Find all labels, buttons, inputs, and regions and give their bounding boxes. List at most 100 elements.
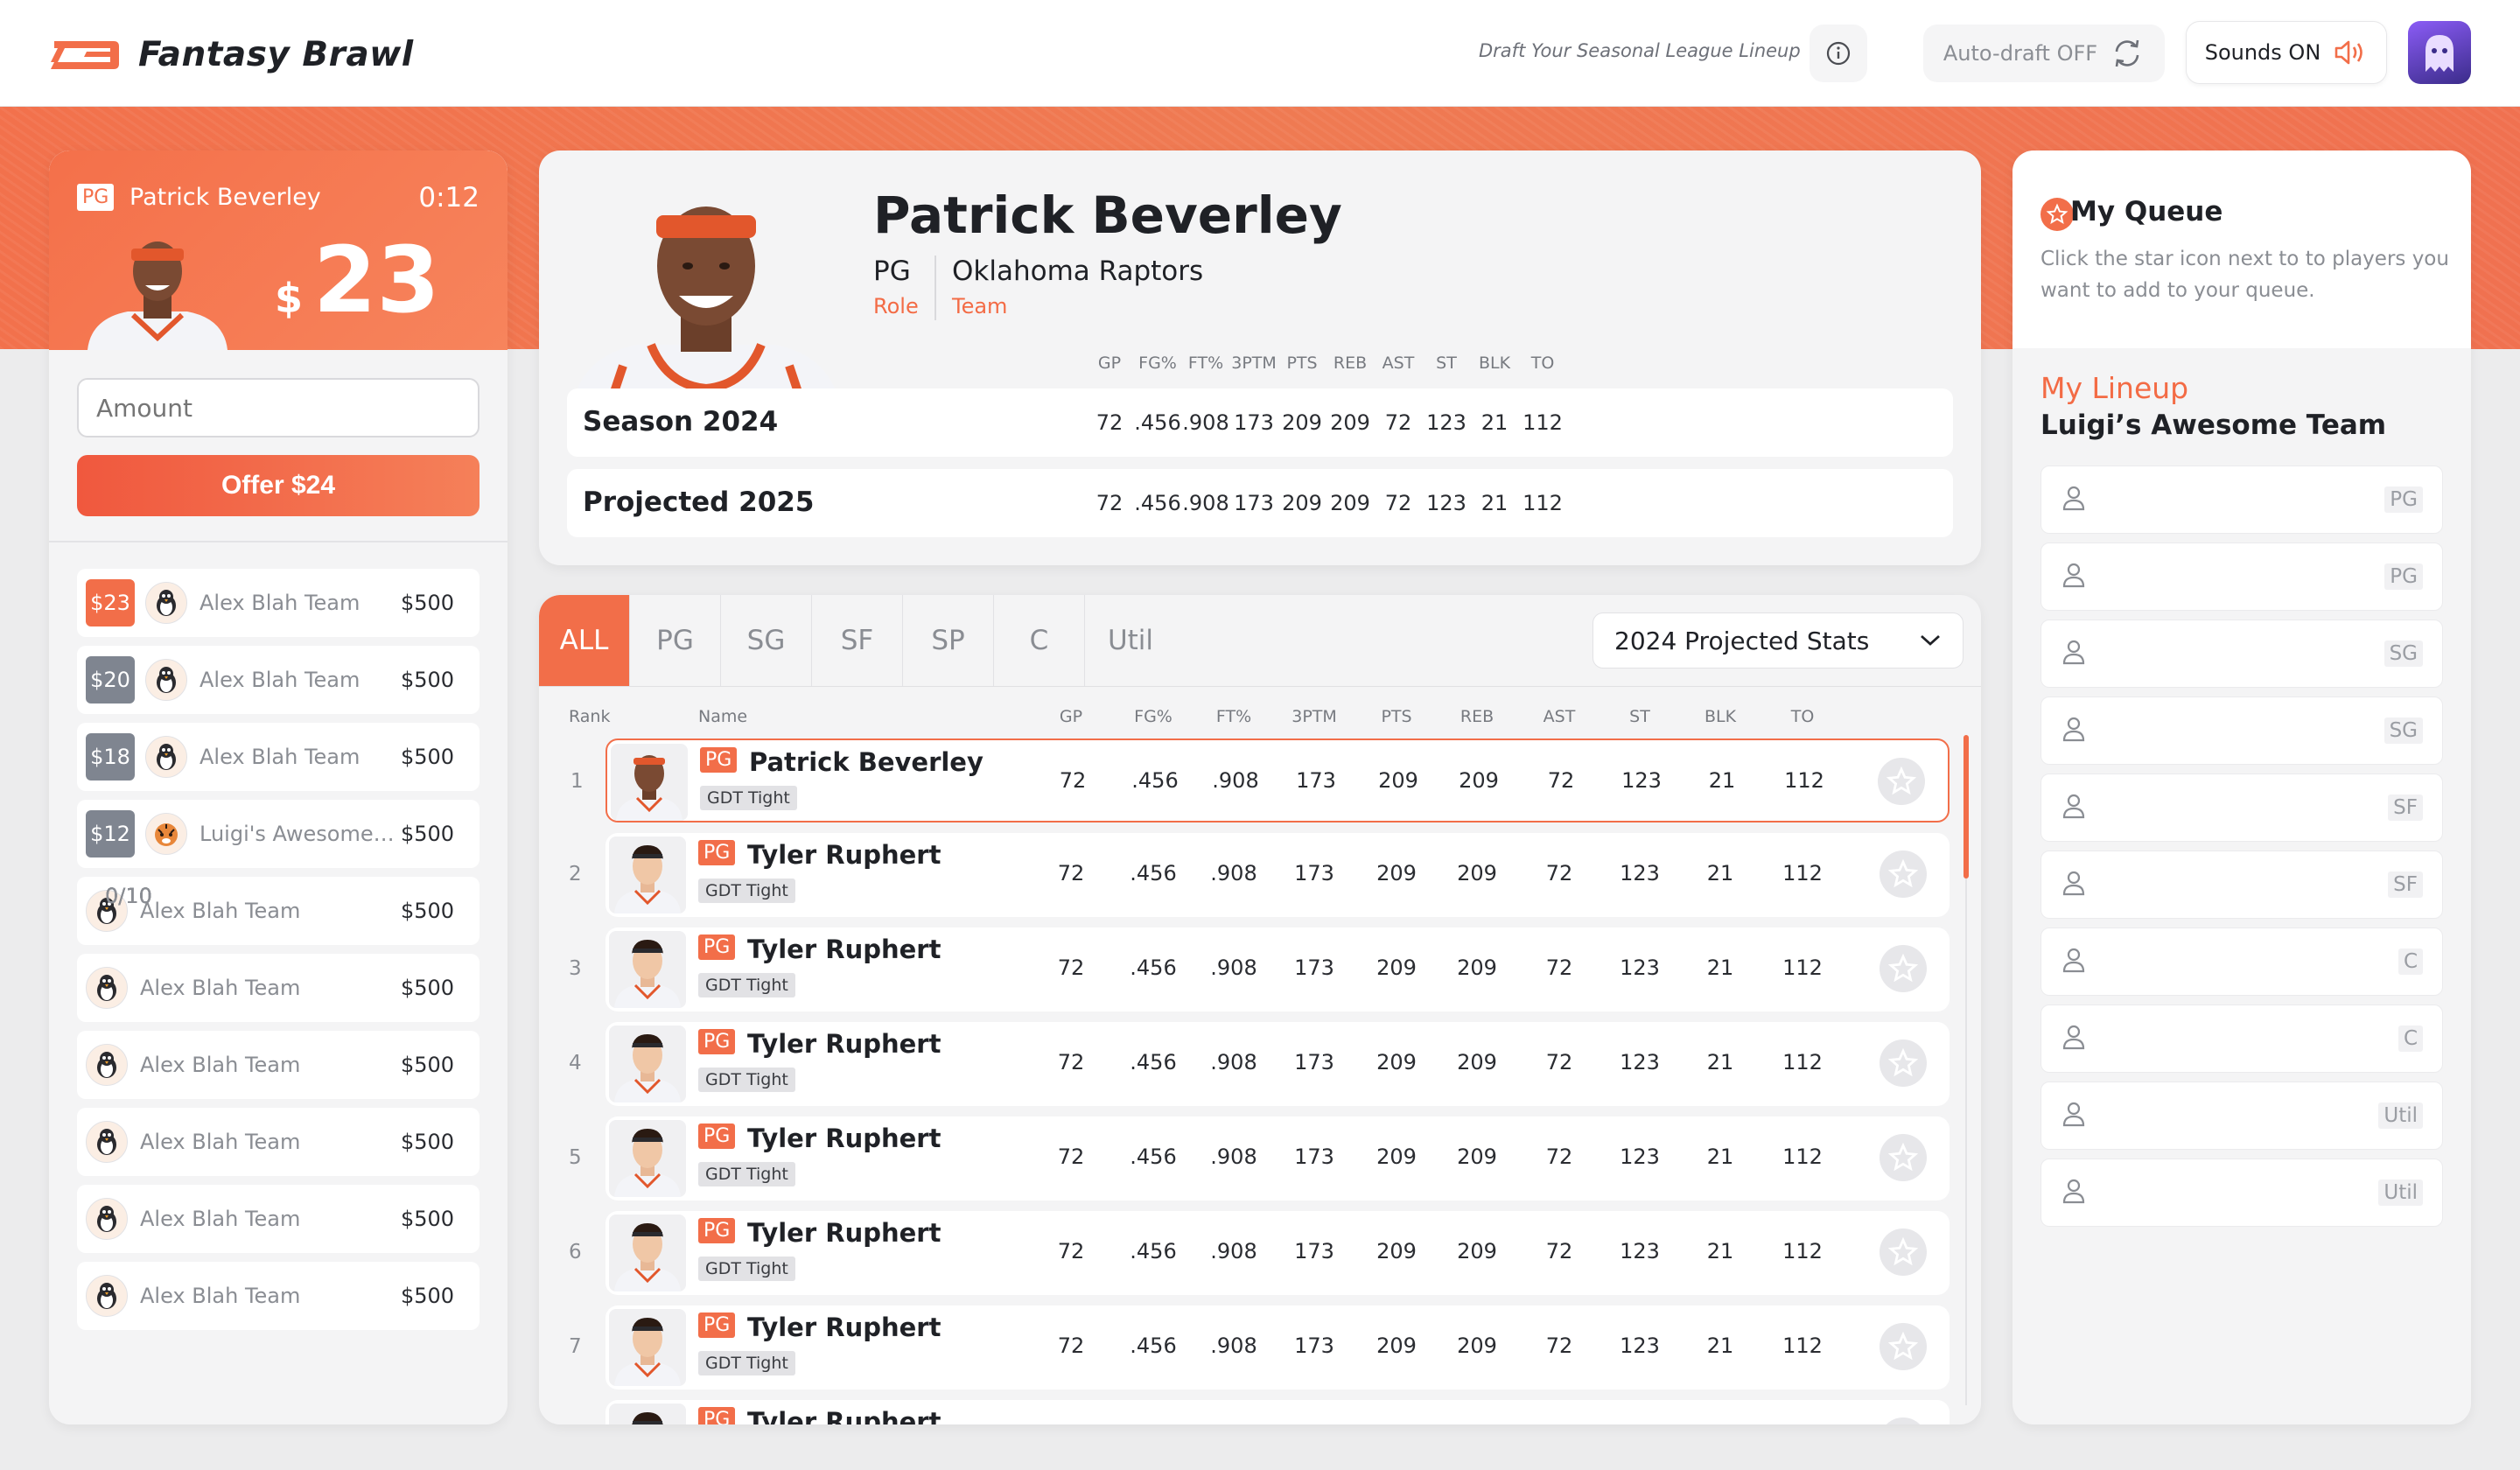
lineup-slot[interactable]: C: [2040, 928, 2443, 996]
player-row[interactable]: PGTyler RuphertGDT Tight: [606, 1400, 1950, 1424]
bid-amount-badge: $20: [86, 656, 135, 704]
season-label: Season 2024: [583, 406, 779, 438]
tab-sg[interactable]: SG: [721, 595, 812, 686]
team-avatar: [86, 1121, 128, 1163]
lineup-slot[interactable]: C: [2040, 1004, 2443, 1073]
player-row[interactable]: 4 PG Tyler Ruphert GDT Tight 72 .456 .908 173 20…: [569, 1022, 1950, 1106]
list-header-reb: REB: [1460, 707, 1494, 726]
stat-header-to: TO: [1530, 354, 1555, 373]
lineup-slot[interactable]: Util: [2040, 1158, 2443, 1227]
add-to-queue-star-icon[interactable]: [1880, 1134, 1927, 1181]
lineup-slot[interactable]: SF: [2040, 850, 2443, 919]
lineup-slot[interactable]: SG: [2040, 620, 2443, 688]
tab-c[interactable]: C: [994, 595, 1085, 686]
player-rank: 4: [569, 1052, 582, 1074]
bid-team-slots: 0/10: [105, 884, 152, 908]
bid-row[interactable]: Alex Blah Team $500 0/10: [77, 884, 480, 1022]
lineup-slot[interactable]: PG: [2040, 542, 2443, 611]
info-button[interactable]: [1810, 24, 1867, 82]
player-stat-value: 72: [1545, 1239, 1573, 1264]
add-to-queue-star-icon[interactable]: [1880, 1418, 1927, 1424]
player-row[interactable]: 3 PG Tyler Ruphert GDT Tight 72 .456 .908 173 20…: [569, 928, 1950, 1012]
player-row[interactable]: 2 PG Tyler Ruphert GDT Tight 72 .456 .908 173 20…: [569, 833, 1950, 917]
slot-position-label: C: [2398, 1026, 2423, 1052]
scrollbar-thumb[interactable]: [1964, 735, 1969, 878]
bid-row[interactable]: $12 Luigi's Awesome Team$500 0/10: [77, 800, 480, 908]
player-stat-value: 21: [1706, 1334, 1734, 1358]
sounds-toggle[interactable]: Sounds ON: [2186, 21, 2387, 84]
player-row[interactable]: 5 PG Tyler Ruphert GDT Tight 72 .456 .908 173 20…: [569, 1116, 1950, 1200]
player-stat-value: 173: [1296, 768, 1336, 793]
player-stat-value: 209: [1376, 1334, 1417, 1358]
lineup-slot[interactable]: PG: [2040, 466, 2443, 534]
team-avatar: [86, 1275, 128, 1317]
player-stat-value: 112: [1782, 1050, 1823, 1074]
player-stat-value: 123: [1620, 1050, 1660, 1074]
player-stat-value: 123: [1621, 768, 1662, 793]
tab-sp[interactable]: SP: [903, 595, 994, 686]
tab-all[interactable]: ALL: [539, 595, 630, 686]
tab-util[interactable]: Util: [1085, 595, 1176, 686]
tagline: Draft Your Seasonal League Lineup: [1479, 40, 1801, 61]
bid-row[interactable]: $18 Alex Blah Team $500 0/10: [77, 723, 480, 908]
nomination-card: PG Patrick Beverley 0:12 $ 23: [49, 150, 508, 350]
tab-sf[interactable]: SF: [812, 595, 903, 686]
user-avatar[interactable]: [2408, 21, 2471, 84]
stat-value: .908: [1182, 410, 1229, 435]
queue-star-icon: [2040, 198, 2074, 231]
bid-row[interactable]: $23 Alex Blah Team $500 0/10: [77, 569, 480, 908]
player-stat-value: 123: [1620, 956, 1660, 980]
user-icon: [2059, 1022, 2089, 1055]
add-to-queue-star-icon[interactable]: [1880, 1040, 1927, 1087]
player-stat-value: 209: [1376, 1050, 1417, 1074]
player-detail-card: Patrick Beverley PG Role Oklahoma Raptor…: [539, 150, 1981, 565]
user-icon: [2059, 791, 2089, 824]
player-row[interactable]: 1 PG Patrick Beverley GDT Tight 72 .456 .908 17…: [570, 738, 1950, 822]
lineup-label: My Lineup: [2040, 371, 2189, 405]
bid-row[interactable]: Alex Blah Team $500 0/10: [77, 884, 480, 1330]
player-row[interactable]: 6 PG Tyler Ruphert GDT Tight 72 .456 .908 173 20…: [569, 1211, 1950, 1295]
bid-row[interactable]: Alex Blah Team $500 0/10: [77, 884, 480, 1176]
player-tag: GDT Tight: [700, 786, 797, 810]
add-to-queue-star-icon[interactable]: [1880, 945, 1927, 992]
app-logo[interactable]: Fantasy Brawl: [49, 35, 414, 74]
stat-header-ft-pct: FT%: [1187, 354, 1224, 373]
add-to-queue-star-icon[interactable]: [1878, 758, 1925, 805]
player-row[interactable]: 7 PG Tyler Ruphert GDT Tight 72 .456 .908 173 20…: [569, 1306, 1950, 1390]
stat-value: .456: [1134, 491, 1181, 515]
player-stat-value: 21: [1708, 768, 1736, 793]
player-stat-value: 72: [1545, 1144, 1573, 1169]
player-stat-value: .908: [1210, 1144, 1257, 1169]
player-thumbnail: [609, 1026, 686, 1102]
bid-team-budget: $500: [401, 1130, 455, 1154]
add-to-queue-star-icon[interactable]: [1880, 1228, 1927, 1276]
lineup-slot[interactable]: Util: [2040, 1082, 2443, 1150]
bid-row[interactable]: $20 Alex Blah Team $500 0/10: [77, 646, 480, 908]
bid-team-name: Alex Blah Team: [200, 668, 360, 692]
queue-title: My Queue: [2070, 196, 2223, 228]
bid-row[interactable]: Alex Blah Team $500 0/10: [77, 884, 480, 1099]
stats-dropdown[interactable]: 2024 Projected Stats: [1592, 612, 1964, 668]
list-header-ft-pct: FT%: [1215, 707, 1252, 726]
player-stat-value: 209: [1457, 1334, 1497, 1358]
amount-input[interactable]: [77, 378, 480, 438]
lineup-slot[interactable]: SG: [2040, 696, 2443, 765]
bid-amount-badge: $18: [86, 733, 135, 780]
player-stat-value: 72: [1057, 1050, 1085, 1074]
player-stat-value: .908: [1210, 956, 1257, 980]
bid-team-budget: $500: [401, 899, 455, 923]
bid-team-budget: $500: [401, 1207, 455, 1231]
bid-row[interactable]: Alex Blah Team $500 0/10: [77, 884, 480, 1253]
lineup-slot[interactable]: SF: [2040, 774, 2443, 842]
autodraft-toggle[interactable]: Auto-draft OFF: [1923, 24, 2165, 82]
offer-button[interactable]: Offer $24: [77, 455, 480, 516]
player-name: Patrick Beverley: [749, 747, 984, 777]
team-avatar: [86, 967, 128, 1009]
add-to-queue-star-icon[interactable]: [1880, 1323, 1927, 1370]
player-stat-value: 123: [1620, 861, 1660, 886]
tab-pg[interactable]: PG: [630, 595, 721, 686]
bid-team-budget: $500: [401, 591, 455, 615]
stat-header-row: GP FG% FT% 3PTM PTS REB AST ST BLK TO: [539, 354, 1981, 374]
add-to-queue-star-icon[interactable]: [1880, 850, 1927, 898]
bid-team-name: Alex Blah Team: [140, 1207, 301, 1231]
